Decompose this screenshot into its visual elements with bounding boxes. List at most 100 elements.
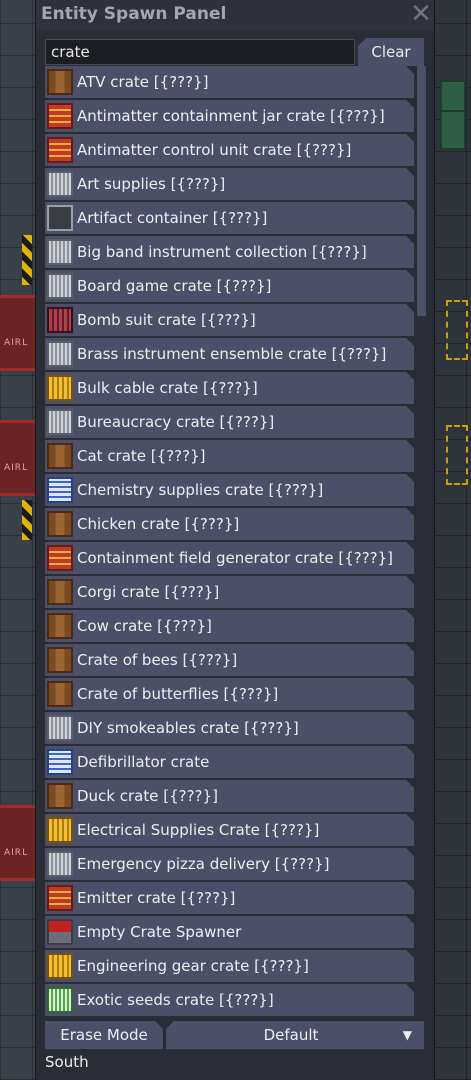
list-item-label: Art supplies [{???}]: [77, 175, 226, 193]
entity-list: ATV crate [{???}] Antimatter containment …: [45, 65, 415, 1019]
list-item[interactable]: Board game crate [{???}]: [45, 270, 414, 302]
list-item[interactable]: Brass instrument ensemble crate [{???}]: [45, 338, 414, 370]
green-console: [440, 110, 466, 150]
list-item-label: DIY smokeables crate [{???}]: [77, 719, 299, 737]
list-item[interactable]: Bulk cable crate [{???}]: [45, 372, 414, 404]
crate-spawner-icon: [47, 919, 73, 945]
list-item-label: Empty Crate Spawner: [77, 923, 242, 941]
list-item[interactable]: Cow crate [{???}]: [45, 610, 414, 642]
list-item-label: Big band instrument collection [{???}]: [77, 243, 367, 261]
list-item-label: Cow crate [{???}]: [77, 617, 212, 635]
placement-mode-select[interactable]: Default ▼: [166, 1021, 424, 1049]
list-item-label: Brass instrument ensemble crate [{???}]: [77, 345, 387, 363]
list-item-label: Emergency pizza delivery [{???}]: [77, 855, 330, 873]
station-floor-right: [434, 0, 471, 1080]
scrollbar-track[interactable]: [417, 66, 426, 1016]
list-item[interactable]: Cat crate [{???}]: [45, 440, 414, 472]
chevron-down-icon: ▼: [402, 1028, 412, 1042]
hazard-stripe: [22, 500, 32, 540]
list-item-label: Bureaucracy crate [{???}]: [77, 413, 275, 431]
gray-crate-icon: [47, 341, 73, 367]
list-item[interactable]: Empty Crate Spawner: [45, 916, 414, 948]
list-item-label: Electrical Supplies Crate [{???}]: [77, 821, 320, 839]
list-item-label: ATV crate [{???}]: [77, 73, 209, 91]
airlock-door: AIRL: [0, 295, 36, 371]
yellow-marker: [446, 300, 468, 360]
artifact-container-icon: [47, 205, 73, 231]
list-item-label: Antimatter control unit crate [{???}]: [77, 141, 352, 159]
yellow-crate-icon: [47, 817, 73, 843]
list-item-label: Emitter crate [{???}]: [77, 889, 236, 907]
list-item-label: Crate of bees [{???}]: [77, 651, 238, 669]
list-item[interactable]: Duck crate [{???}]: [45, 780, 414, 812]
clear-button[interactable]: Clear: [358, 38, 424, 66]
green-crate-icon: [47, 987, 73, 1013]
blue-crate-icon: [47, 749, 73, 775]
list-item-label: Chemistry supplies crate [{???}]: [77, 481, 324, 499]
list-item[interactable]: ATV crate [{???}]: [45, 66, 414, 98]
yellow-crate-icon: [47, 953, 73, 979]
wooden-crate-icon: [47, 681, 73, 707]
gray-crate-icon: [47, 715, 73, 741]
red-crate-icon: [47, 885, 73, 911]
list-item[interactable]: Emitter crate [{???}]: [45, 882, 414, 914]
erase-mode-button[interactable]: Erase Mode: [45, 1021, 163, 1049]
list-item[interactable]: Crate of butterflies [{???}]: [45, 678, 414, 710]
list-item[interactable]: Antimatter containment jar crate [{???}]: [45, 100, 414, 132]
list-item[interactable]: Antimatter control unit crate [{???}]: [45, 134, 414, 166]
list-item[interactable]: Exotic seeds crate [{???}]: [45, 984, 414, 1016]
list-item-label: Corgi crate [{???}]: [77, 583, 220, 601]
list-item-label: Chicken crate [{???}]: [77, 515, 240, 533]
list-item[interactable]: Engineering gear crate [{???}]: [45, 950, 414, 982]
airlock-label: AIRL: [4, 848, 29, 858]
red-crate-icon: [47, 545, 73, 571]
list-item[interactable]: Artifact container [{???}]: [45, 202, 414, 234]
gray-crate-icon: [47, 851, 73, 877]
list-item-label: Cat crate [{???}]: [77, 447, 206, 465]
list-item[interactable]: Emergency pizza delivery [{???}]: [45, 848, 414, 880]
yellow-crate-icon: [47, 375, 73, 401]
list-item-label: Duck crate [{???}]: [77, 787, 218, 805]
airlock-label: AIRL: [4, 338, 29, 348]
title-bar[interactable]: Entity Spawn Panel ✕: [36, 0, 434, 30]
list-item[interactable]: Chicken crate [{???}]: [45, 508, 414, 540]
red-crate-icon: [47, 103, 73, 129]
list-item[interactable]: Corgi crate [{???}]: [45, 576, 414, 608]
list-item-label: Engineering gear crate [{???}]: [77, 957, 309, 975]
list-item-label: Bulk cable crate [{???}]: [77, 379, 258, 397]
list-item-label: Artifact container [{???}]: [77, 209, 268, 227]
list-item-label: Containment field generator crate [{???}…: [77, 549, 394, 567]
close-icon[interactable]: ✕: [408, 0, 434, 28]
list-item[interactable]: Electrical Supplies Crate [{???}]: [45, 814, 414, 846]
list-item[interactable]: Bomb suit crate [{???}]: [45, 304, 414, 336]
yellow-marker: [446, 425, 468, 485]
list-item[interactable]: Bureaucracy crate [{???}]: [45, 406, 414, 438]
list-item-label: Antimatter containment jar crate [{???}]: [77, 107, 385, 125]
airlock-label: AIRL: [4, 463, 29, 473]
list-item[interactable]: Crate of bees [{???}]: [45, 644, 414, 676]
wooden-crate-icon: [47, 647, 73, 673]
airlock-door: AIRL: [0, 420, 36, 496]
list-item-label: Crate of butterflies [{???}]: [77, 685, 279, 703]
list-item[interactable]: Art supplies [{???}]: [45, 168, 414, 200]
wooden-crate-icon: [47, 579, 73, 605]
gray-crate-icon: [47, 273, 73, 299]
gray-crate-icon: [47, 239, 73, 265]
list-item[interactable]: Containment field generator crate [{???}…: [45, 542, 414, 574]
search-input[interactable]: crate: [45, 39, 355, 65]
list-item[interactable]: DIY smokeables crate [{???}]: [45, 712, 414, 744]
scrollbar-thumb[interactable]: [417, 66, 426, 316]
maroon-crate-icon: [47, 307, 73, 333]
list-item[interactable]: Chemistry supplies crate [{???}]: [45, 474, 414, 506]
airlock-door: AIRL: [0, 805, 36, 881]
station-floor-left: [0, 0, 36, 1080]
list-item[interactable]: Big band instrument collection [{???}]: [45, 236, 414, 268]
list-item[interactable]: Defibrillator crate: [45, 746, 414, 778]
gray-crate-icon: [47, 409, 73, 435]
list-item-label: Defibrillator crate: [77, 753, 210, 771]
wooden-crate-icon: [47, 69, 73, 95]
direction-label: South: [45, 1053, 89, 1071]
wooden-crate-icon: [47, 511, 73, 537]
panel-title: Entity Spawn Panel: [41, 4, 227, 24]
wooden-crate-icon: [47, 443, 73, 469]
